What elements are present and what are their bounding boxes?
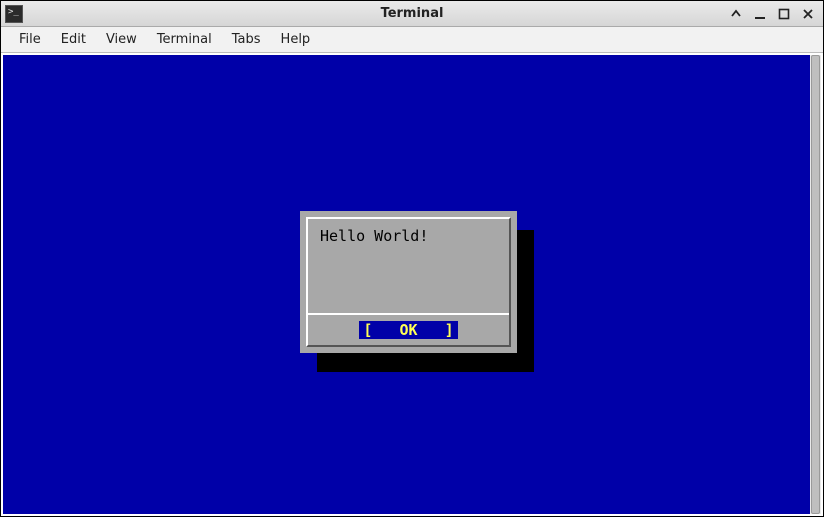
dialog-divider <box>308 313 509 315</box>
menu-view[interactable]: View <box>96 28 147 51</box>
rollup-button[interactable] <box>729 7 743 21</box>
dialog-button-row: [ OK ] <box>308 321 509 339</box>
terminal-screen[interactable]: Hello World! [ OK ] <box>3 55 810 514</box>
application-window: Terminal File Edit View Terminal Tabs He… <box>0 0 824 517</box>
menubar: File Edit View Terminal Tabs Help <box>1 27 823 53</box>
terminal-app-icon <box>5 5 23 23</box>
dialog-box: Hello World! [ OK ] <box>300 211 517 353</box>
menu-tabs[interactable]: Tabs <box>222 28 271 51</box>
terminal-scrollbar[interactable] <box>810 55 821 514</box>
scrollbar-thumb[interactable] <box>811 55 820 514</box>
ok-button[interactable]: [ OK ] <box>359 321 457 339</box>
terminal-area: Hello World! [ OK ] <box>1 53 823 516</box>
window-title: Terminal <box>1 6 823 21</box>
window-controls <box>729 7 819 21</box>
maximize-button[interactable] <box>777 7 791 21</box>
minimize-button[interactable] <box>753 7 767 21</box>
close-button[interactable] <box>801 7 815 21</box>
menu-help[interactable]: Help <box>271 28 321 51</box>
dialog-message: Hello World! <box>320 227 428 245</box>
menu-terminal[interactable]: Terminal <box>147 28 222 51</box>
dialog-frame: Hello World! [ OK ] <box>306 217 511 347</box>
menu-edit[interactable]: Edit <box>51 28 96 51</box>
titlebar[interactable]: Terminal <box>1 1 823 27</box>
menu-file[interactable]: File <box>9 28 51 51</box>
